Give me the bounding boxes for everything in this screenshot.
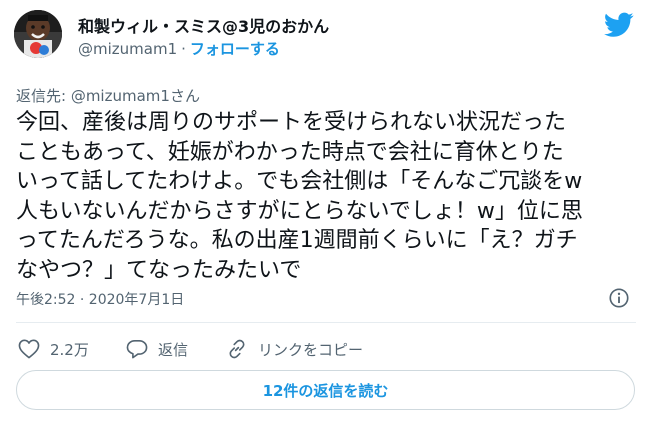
tweet-card: 和製ウィル・スミス@3児のおかん @mizumam1 · フォローする 返信先: @…: [0, 0, 652, 425]
reply-button[interactable]: 返信: [126, 337, 188, 361]
display-name[interactable]: 和製ウィル・スミス@3児のおかん: [78, 13, 329, 37]
tweet-text-line: 人もいないんだからさすがにとらないでしょ！w」位に思: [16, 198, 583, 224]
reply-to-label: 返信先: @mizumam1さん: [16, 87, 200, 105]
link-icon: [229, 339, 245, 359]
handle[interactable]: @mizumam1: [78, 40, 177, 58]
tweet-text-line: 今回、産後は周りのサポートを受けられない状況だった: [16, 110, 567, 135]
tweet-text-line: いって話してたわけよ。でも会社側は「そんなご冗談をw: [16, 169, 583, 194]
heart-icon: [18, 339, 40, 359]
avatar[interactable]: [14, 10, 62, 58]
copy-link-label: リンクをコピー: [258, 340, 364, 359]
avatar-image: [14, 10, 62, 58]
info-icon[interactable]: [608, 287, 630, 309]
twitter-bird-icon[interactable]: [604, 12, 634, 38]
copy-link-button[interactable]: リンクをコピー: [226, 337, 363, 361]
speech-bubble-icon: [126, 340, 148, 359]
separator-dot: ·: [181, 40, 186, 58]
tweet-text-line: ってたんだろうな。私の出産1週間前くらいに「え？ガチ: [16, 228, 578, 253]
read-replies-button[interactable]: 12件の返信を読む: [16, 370, 635, 410]
timestamp[interactable]: 午後2:52 · 2020年7月1日: [16, 289, 184, 309]
handle-row: @mizumam1 · フォローする: [78, 38, 280, 59]
tweet-text-line: なやつ？」てなったみたいで: [16, 257, 302, 283]
divider: [16, 322, 636, 323]
follow-button[interactable]: フォローする: [190, 40, 280, 58]
tweet-text-line: こともあって、妊娠がわかった時点で会社に育休とりた: [16, 139, 564, 165]
reply-label: 返信: [158, 340, 189, 359]
tweet-text: 今回、産後は周りのサポートを受けられない状況だった こともあって、妊娠がわかった…: [16, 108, 636, 285]
like-button[interactable]: 2.2万: [18, 337, 89, 361]
like-count: 2.2万: [50, 340, 89, 359]
